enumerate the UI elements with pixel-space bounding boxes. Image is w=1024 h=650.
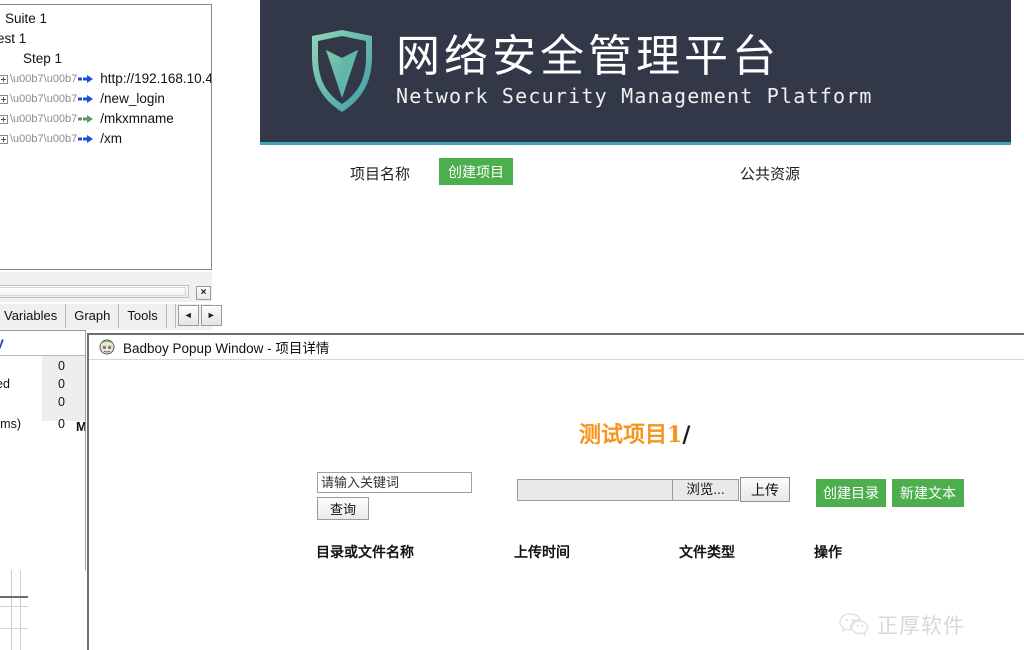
stats-row: ed 0 <box>0 377 85 394</box>
create-project-button[interactable]: 创建项目 <box>439 158 513 185</box>
dotted-connector-icon: \u00b7\u00b7 <box>10 113 78 125</box>
brand-title-cn: 网络安全管理平台 <box>396 30 780 82</box>
tree-item-request-new-login[interactable]: \u00b7\u00b7 /new_login <box>0 89 211 109</box>
shield-logo-icon <box>312 30 372 112</box>
recorder-tab-bar: Variables Graph Tools C ◄ ► <box>0 304 222 330</box>
tree-item-label: /xm <box>100 131 123 146</box>
request-arrow-icon <box>78 95 94 103</box>
stats-row: l 0 <box>0 359 85 376</box>
screen: 网络安全管理平台 Network Security Management Pla… <box>0 0 1024 650</box>
stats-row-label: ed <box>0 377 10 391</box>
search-input[interactable] <box>317 472 472 493</box>
dotted-connector-icon: \u00b7\u00b7 <box>10 73 78 85</box>
badboy-app-icon <box>99 339 115 355</box>
popup-window-title: Badboy Popup Window - 项目详情 <box>123 341 330 356</box>
edge-line <box>0 628 28 629</box>
tab-scroll-prev-icon[interactable]: ◄ <box>177 305 199 326</box>
request-arrow-icon <box>78 135 94 143</box>
edge-line <box>11 570 12 650</box>
tree-item-label: Step 1 <box>23 51 63 66</box>
edge-line <box>0 596 28 598</box>
stats-row: 0 <box>0 395 85 412</box>
stats-row-value: 0 <box>58 377 65 391</box>
tree-item-suite[interactable]: Suite 1 <box>0 9 211 29</box>
test-tree-panel[interactable]: Suite 1 est 1 Step 1 \u00b7\u00b7 http:/… <box>0 4 212 270</box>
request-arrow-icon <box>78 75 94 83</box>
tree-item-request-root[interactable]: \u00b7\u00b7 http://192.168.10.49/ <box>0 69 211 89</box>
project-heading-separator: / <box>682 422 691 448</box>
stats-row-value: 0 <box>58 417 65 431</box>
tree-item-request-xm[interactable]: \u00b7\u00b7 /xm <box>0 129 211 149</box>
recorder-left-edge <box>0 570 88 650</box>
recorder-stats-panel: y l 0 ed 0 0 (ms) 0 M <box>0 330 86 570</box>
scrollbar-thumb[interactable] <box>0 287 186 296</box>
project-heading-name: 测试项目1 <box>579 422 683 448</box>
tab-clipped[interactable]: C <box>166 304 176 328</box>
tree-item-label: Suite 1 <box>5 11 48 26</box>
tree-item-label: http://192.168.10.49/ <box>100 71 212 86</box>
column-header-upload-time: 上传时间 <box>514 544 570 560</box>
stats-header-fragment: y <box>0 334 4 350</box>
query-button[interactable]: 查询 <box>317 497 369 520</box>
popup-window: Badboy Popup Window - 项目详情 测试项目1/ 查询 浏览.… <box>87 333 1024 650</box>
tab-scroll-controls: ◄ ► <box>177 304 222 330</box>
watermark-text: 正厚软件 <box>877 614 965 638</box>
dotted-connector-icon: \u00b7\u00b7 <box>10 133 78 145</box>
browse-button[interactable]: 浏览... <box>672 480 738 500</box>
edge-line <box>0 606 28 607</box>
popup-title-bar[interactable]: Badboy Popup Window - 项目详情 <box>89 335 1024 360</box>
close-icon[interactable]: × <box>196 286 211 300</box>
edge-line <box>20 570 21 650</box>
expand-icon[interactable] <box>0 74 8 84</box>
horizontal-scrollbar[interactable] <box>0 285 189 298</box>
stats-row-label: (ms) <box>0 417 21 431</box>
expand-icon[interactable] <box>0 134 8 144</box>
file-upload-field[interactable]: 浏览... <box>517 479 739 501</box>
stats-row: (ms) 0 <box>0 417 85 434</box>
column-header-name: 目录或文件名称 <box>316 544 414 560</box>
expand-icon[interactable] <box>0 94 8 104</box>
tree-item-step[interactable]: Step 1 <box>0 49 211 69</box>
popup-content: 测试项目1/ 查询 浏览... 上传 创建目录 新建文本 目录或文件名称 上传时… <box>89 360 1024 650</box>
column-header-actions: 操作 <box>814 544 842 560</box>
new-text-file-button[interactable]: 新建文本 <box>892 479 964 507</box>
tab-graph[interactable]: Graph <box>66 304 120 328</box>
tree-item-test[interactable]: est 1 <box>0 29 211 49</box>
nav-project-name-label: 项目名称 <box>350 166 411 183</box>
tree-scroll-area <box>0 272 212 302</box>
brand-text: 网络安全管理平台 Network Security Management Pla… <box>396 30 873 109</box>
request-arrow-icon <box>78 115 94 123</box>
brand-title-en: Network Security Management Platform <box>396 84 873 109</box>
tab-variables[interactable]: Variables <box>0 304 67 328</box>
tree-item-request-mkxmname[interactable]: \u00b7\u00b7 /mkxmname <box>0 109 211 129</box>
nav-public-resource-link[interactable]: 公共资源 <box>740 163 800 184</box>
file-table-header: 目录或文件名称 上传时间 文件类型 操作 <box>89 542 1024 564</box>
tree-item-label: /mkxmname <box>100 111 174 126</box>
upload-button[interactable]: 上传 <box>740 477 790 502</box>
wechat-icon <box>839 613 869 636</box>
column-header-file-type: 文件类型 <box>679 544 735 560</box>
tab-scroll-next-icon[interactable]: ► <box>200 305 222 326</box>
dotted-connector-icon: \u00b7\u00b7 <box>10 93 78 105</box>
expand-icon[interactable] <box>0 114 8 124</box>
test-tree: Suite 1 est 1 Step 1 \u00b7\u00b7 http:/… <box>0 5 211 149</box>
tree-item-label: /new_login <box>100 91 165 106</box>
tab-tools[interactable]: Tools <box>119 304 167 328</box>
stats-row-value: 0 <box>58 395 65 409</box>
site-nav: 项目名称 创建项目 公共资源 <box>260 145 1011 205</box>
watermark: 正厚软件 <box>839 610 965 640</box>
create-directory-button[interactable]: 创建目录 <box>816 479 886 507</box>
site-banner: 网络安全管理平台 Network Security Management Pla… <box>260 0 1011 145</box>
stats-row-value: 0 <box>58 359 65 373</box>
tree-item-label: est 1 <box>0 31 27 46</box>
stats-extra-fragment: M <box>76 419 86 434</box>
project-heading: 测试项目1/ <box>579 417 690 449</box>
